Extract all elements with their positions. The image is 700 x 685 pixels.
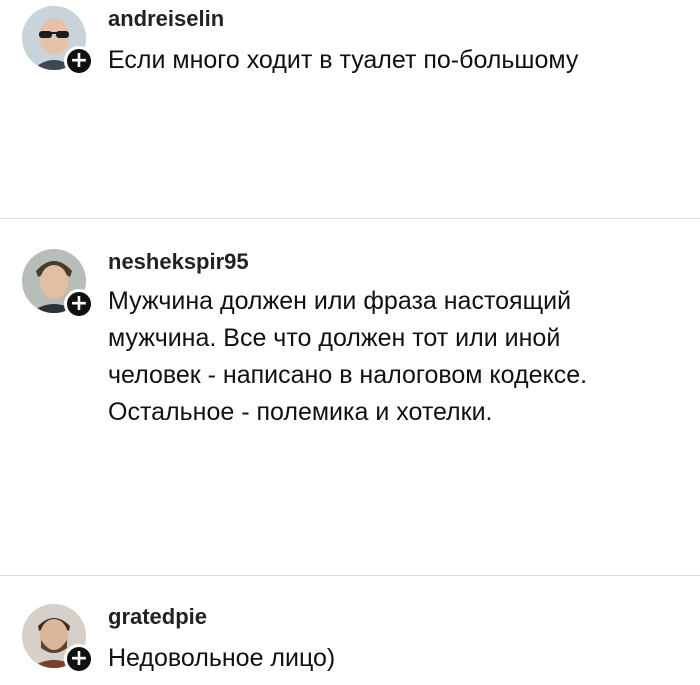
comment-text: Мужчина должен или фраза настоящий мужчи… <box>108 287 588 426</box>
comments-feed: + andreiselin Если много ходит в туалет … <box>0 0 700 685</box>
comment-username[interactable]: neshekspіr95 <box>108 249 249 275</box>
comment-item: + gratedpie Недовольное лицо) <box>0 576 700 685</box>
comment-item: + neshekspіr95 Мужчина должен или фраза … <box>0 219 700 575</box>
avatar[interactable]: + <box>22 6 94 76</box>
comment-item: + andreiselin Если много ходит в туалет … <box>0 0 700 218</box>
follow-plus-icon[interactable]: + <box>64 644 94 674</box>
comment-text: Если много ходит в туалет по-большому <box>108 46 579 74</box>
comment-text: Недовольное лицо) <box>108 644 336 672</box>
avatar[interactable]: + <box>22 604 94 674</box>
follow-plus-icon[interactable]: + <box>64 289 94 319</box>
follow-plus-icon[interactable]: + <box>64 46 94 76</box>
avatar[interactable]: + <box>22 249 94 319</box>
comment-username[interactable]: gratedpie <box>108 604 207 630</box>
comment-username[interactable]: andreiselin <box>108 6 224 32</box>
